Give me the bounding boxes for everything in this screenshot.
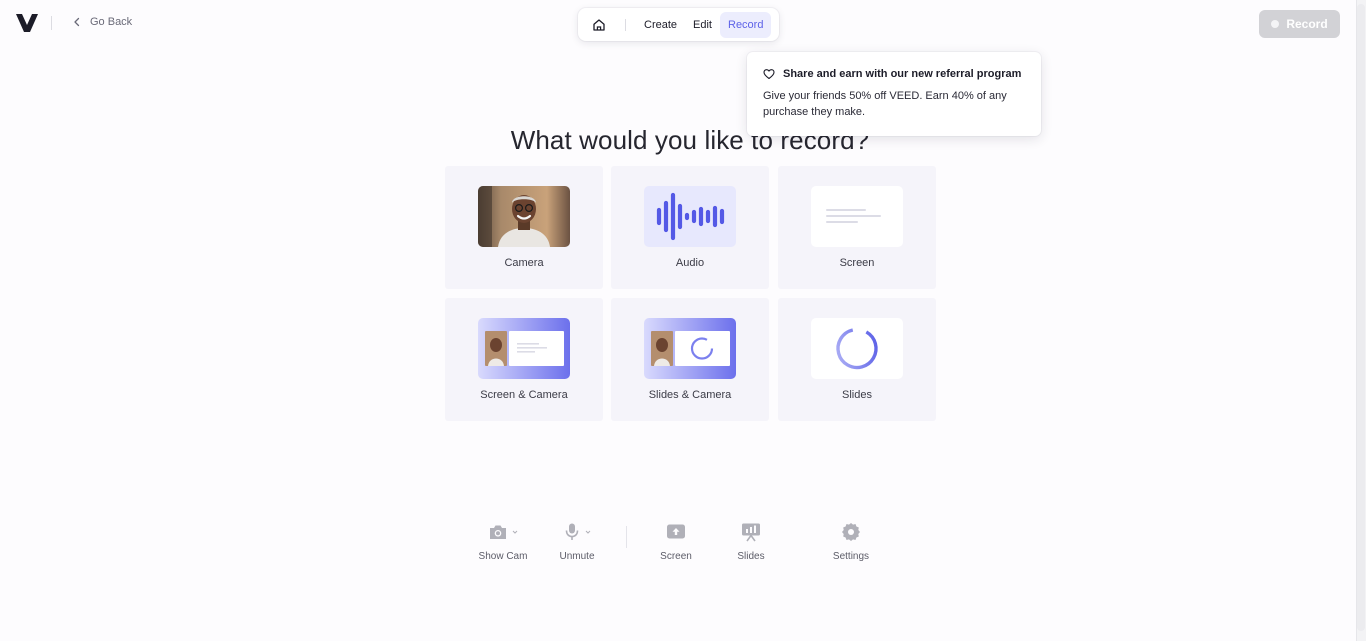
- record-button-label: Record: [1286, 17, 1328, 31]
- go-back-label: Go Back: [90, 16, 133, 28]
- popup-body: Give your friends 50% off VEED. Earn 40%…: [763, 90, 1007, 118]
- toolbar-divider: [626, 526, 627, 548]
- chevron-down-icon[interactable]: [512, 529, 518, 535]
- camera-thumbnail: [478, 186, 570, 247]
- tool-label: Slides: [737, 551, 765, 562]
- screen-share-icon: [667, 524, 685, 539]
- tool-label: Settings: [832, 551, 870, 562]
- camera-icon: [490, 525, 506, 539]
- tool-label: Screen: [660, 551, 692, 562]
- option-camera[interactable]: Camera: [445, 166, 603, 289]
- option-label: Slides & Camera: [648, 389, 732, 401]
- top-nav: Create Edit Record: [578, 8, 779, 41]
- popup-title: Share and earn with our new referral pro…: [783, 68, 1022, 80]
- nav-edit[interactable]: Edit: [685, 12, 720, 38]
- veed-logo[interactable]: [16, 14, 38, 32]
- option-label: Camera: [504, 257, 544, 269]
- slides-thumbnail: [811, 318, 903, 379]
- scrollbar-thumb[interactable]: [1357, 4, 1365, 631]
- screen-button[interactable]: Screen: [641, 521, 711, 562]
- presentation-icon: [742, 523, 760, 542]
- screen-camera-thumbnail: [478, 318, 570, 379]
- option-audio[interactable]: Audio: [611, 166, 769, 289]
- option-slides-camera[interactable]: Slides & Camera: [611, 298, 769, 421]
- option-screen-camera[interactable]: Screen & Camera: [445, 298, 603, 421]
- microphone-muted-icon: [565, 523, 579, 540]
- app-frame: Go Back Create Edit Record Record What w…: [0, 0, 1356, 641]
- nav-record[interactable]: Record: [720, 11, 772, 38]
- chevron-left-icon: [74, 17, 80, 27]
- option-label: Audio: [675, 257, 705, 269]
- screen-thumbnail: [811, 186, 903, 247]
- unmute-button[interactable]: Unmute: [542, 521, 612, 562]
- option-label: Screen: [839, 257, 875, 269]
- go-back-link[interactable]: Go Back: [72, 16, 132, 28]
- referral-popup[interactable]: Share and earn with our new referral pro…: [747, 52, 1041, 136]
- option-slides[interactable]: Slides: [778, 298, 936, 421]
- option-screen[interactable]: Screen: [778, 166, 936, 289]
- option-label: Screen & Camera: [480, 389, 568, 401]
- tool-label: Show Cam: [478, 551, 528, 562]
- page-title: What would you like to record?: [510, 125, 870, 155]
- home-icon: [593, 18, 605, 31]
- gear-icon: [842, 523, 860, 541]
- record-button[interactable]: Record: [1259, 10, 1340, 38]
- nav-create[interactable]: Create: [636, 12, 685, 38]
- audio-waveform-icon: [644, 186, 736, 247]
- option-label: Slides: [842, 389, 872, 401]
- nav-divider: [625, 18, 626, 31]
- home-button[interactable]: [585, 12, 613, 38]
- slides-button[interactable]: Slides: [716, 521, 786, 562]
- show-cam-button[interactable]: Show Cam: [468, 521, 538, 562]
- header-divider: [51, 16, 52, 30]
- record-dot-icon: [1271, 20, 1280, 28]
- heart-icon: [763, 69, 775, 80]
- settings-button[interactable]: Settings: [816, 521, 886, 562]
- slides-camera-thumbnail: [644, 318, 736, 379]
- scrollbar[interactable]: [1356, 0, 1366, 641]
- chevron-down-icon[interactable]: [585, 529, 591, 535]
- tool-label: Unmute: [559, 551, 595, 562]
